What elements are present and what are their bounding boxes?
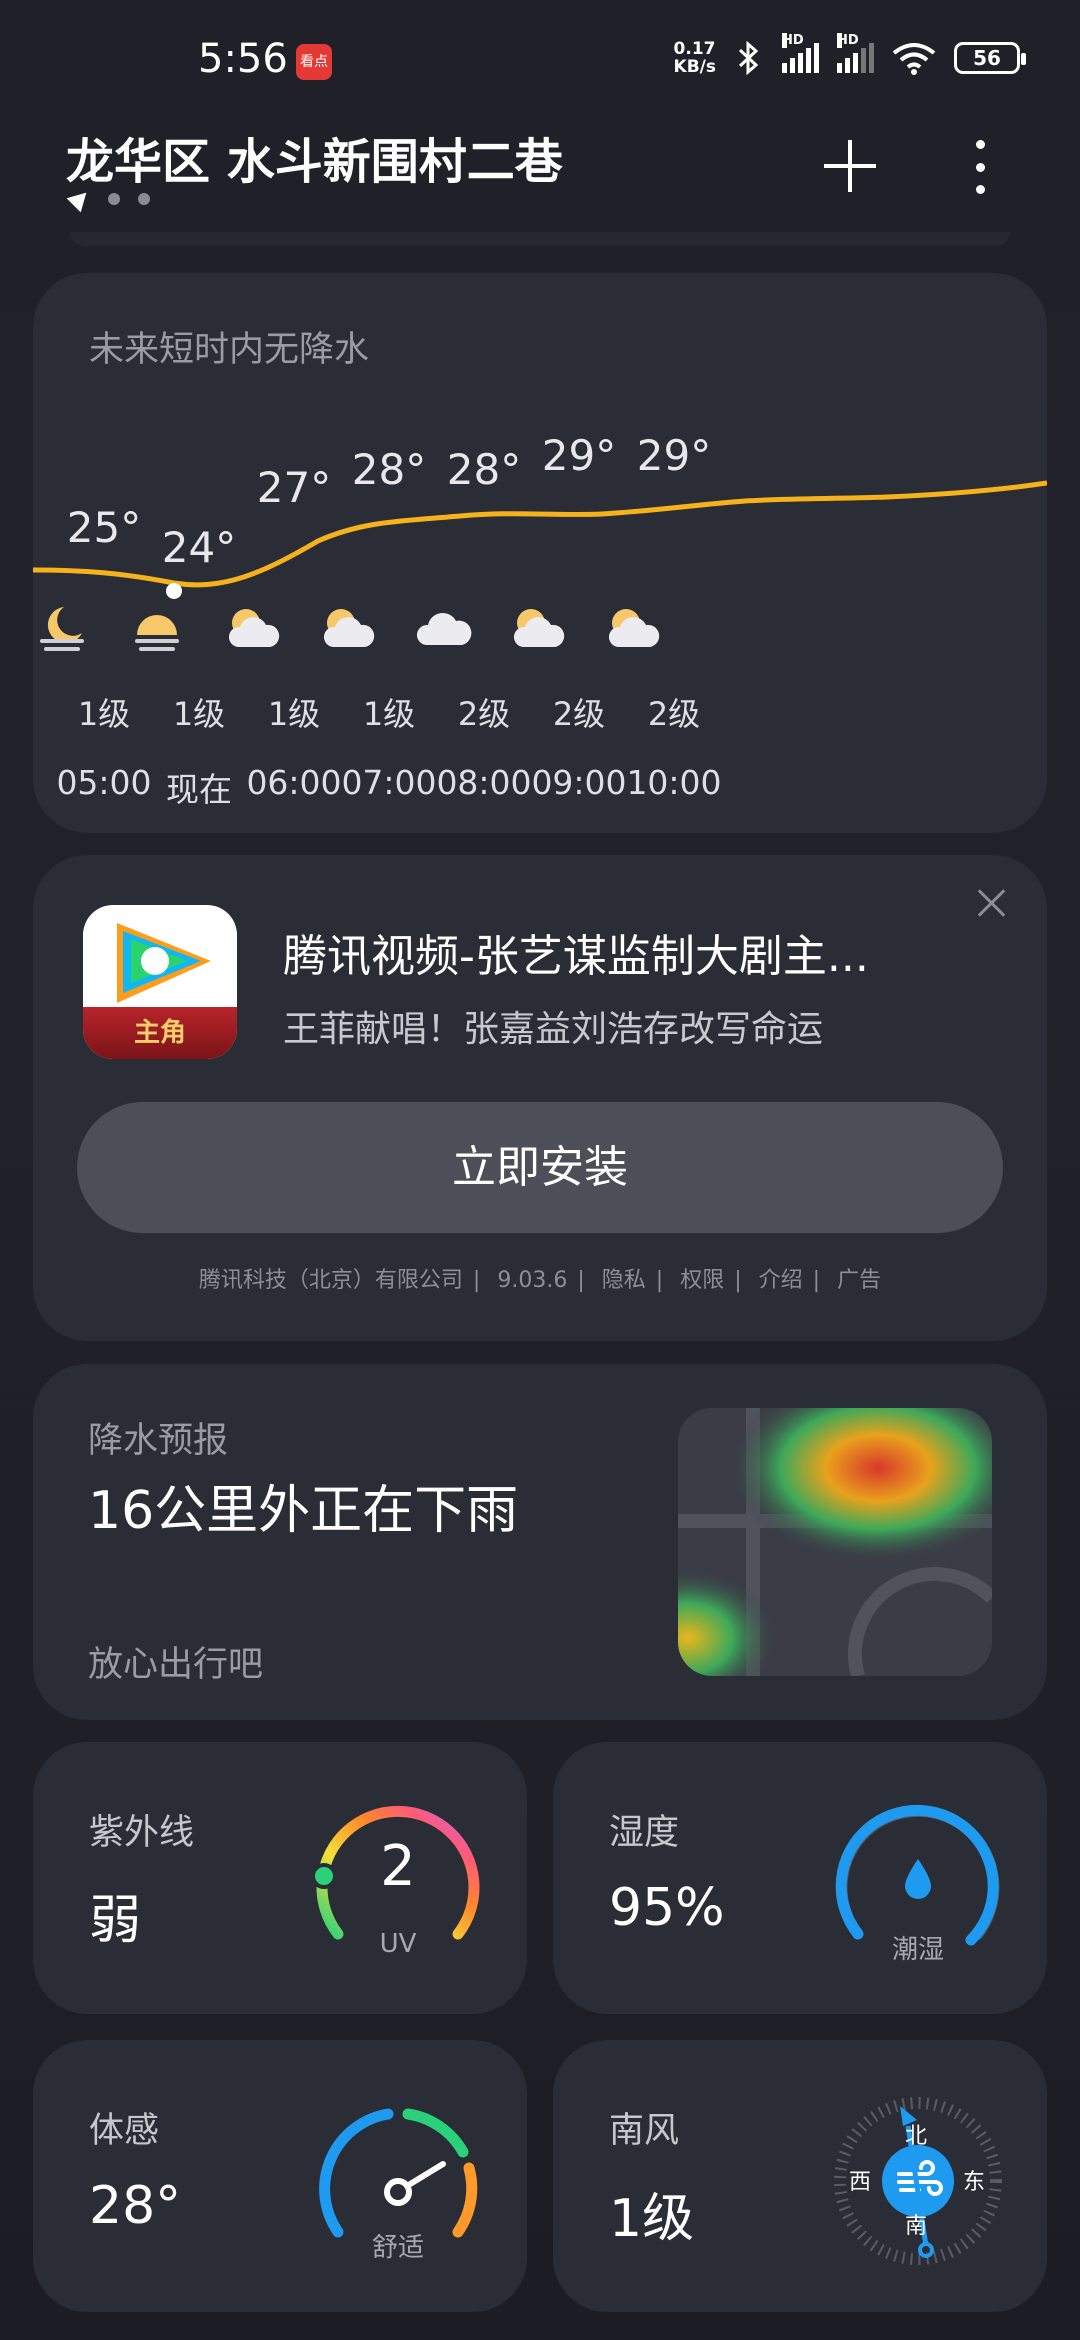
status-bar: 5:56 看点 0.17 KB/s HD HD 56 <box>0 0 1080 120</box>
ad-label: 广告 <box>837 1268 882 1293</box>
partly-cloudy-icon <box>604 603 744 667</box>
battery-indicator: 56 <box>954 42 1026 74</box>
uv-indicator <box>311 1863 337 1889</box>
close-ad-button[interactable] <box>974 885 1010 921</box>
feels-like-value: 28° <box>89 2176 182 2236</box>
hour-item: 2级 10:00 <box>604 603 744 802</box>
water-drop-icon <box>905 1859 931 1899</box>
network-speed: 0.17 KB/s <box>674 40 716 76</box>
wind-direction-label: 南风 <box>609 2111 680 2151</box>
hour-temp: 29° <box>636 431 712 480</box>
signal-2-icon: HD <box>837 33 874 73</box>
humidity-desc: 潮湿 <box>891 1935 944 1965</box>
ad-subtitle: 王菲献唱！张嘉益刘浩存改写命运 <box>283 1009 824 1050</box>
precip-advice: 放心出行吧 <box>88 1645 264 1685</box>
uv-index: 2 <box>380 1834 416 1899</box>
location-title[interactable]: 龙华区 水斗新围村二巷 <box>66 122 563 192</box>
humidity-card[interactable]: 湿度 95% 潮湿 <box>553 1742 1047 2014</box>
humidity-label: 湿度 <box>609 1813 680 1853</box>
hd-label-2: HD <box>837 33 859 48</box>
comfort-needle <box>404 2161 446 2189</box>
hour-time: 10:00 <box>626 763 722 802</box>
uv-level: 弱 <box>89 1891 142 1951</box>
ad-meta-row: 腾讯科技（北京）有限公司 | 9.03.6 | 隐私 | 权限 | 介绍 | 广告 <box>198 1268 882 1293</box>
wifi-icon <box>892 43 936 75</box>
compass-north: 北 <box>905 2124 928 2149</box>
comfort-desc: 舒适 <box>371 2233 424 2263</box>
ad-title[interactable]: 腾讯视频-张艺谋监制大剧主... <box>283 920 963 984</box>
precip-title: 降水预报 <box>88 1421 229 1461</box>
feels-like-card[interactable]: 体感 28° 舒适 <box>33 2040 527 2312</box>
humidity-value: 95% <box>609 1878 725 1938</box>
page-dot <box>108 193 120 205</box>
status-icons: 0.17 KB/s HD HD 56 <box>674 33 1026 76</box>
page-dot <box>138 193 150 205</box>
ad-permissions-link[interactable]: 权限 <box>680 1268 724 1293</box>
ad-privacy-link[interactable]: 隐私 <box>602 1268 646 1293</box>
ad-intro-link[interactable]: 介绍 <box>759 1268 803 1293</box>
ad-version: 9.03.6 <box>497 1268 568 1293</box>
more-options-button[interactable] <box>970 140 990 194</box>
precip-summary: 16公里外正在下雨 <box>88 1481 519 1541</box>
uv-card[interactable]: 紫外线 弱 2 UV <box>33 1742 527 2014</box>
app-icon-banner: 主角 <box>83 1007 237 1059</box>
signal-1-icon: HD <box>782 33 819 73</box>
compass-west: 西 <box>849 2170 872 2195</box>
wind-level: 2级 <box>647 695 701 733</box>
hd-label: HD <box>782 33 804 48</box>
install-button[interactable]: 立即安装 <box>77 1102 1003 1233</box>
add-city-button[interactable] <box>820 136 880 196</box>
uv-label: 紫外线 <box>89 1813 195 1853</box>
compass-east: 东 <box>963 2170 986 2195</box>
rain-radar-map[interactable] <box>678 1408 992 1676</box>
page-indicator <box>66 185 150 213</box>
hour-temp: 24° <box>161 523 237 572</box>
hourly-forecast-card[interactable]: 未来短时内无降水 25° 24° 27° 28° 28° 29° 29° 1级 … <box>33 273 1047 833</box>
ad-developer: 腾讯科技（北京）有限公司 <box>198 1268 463 1293</box>
wind-card[interactable]: 南风 1级 北 南 东 西 <box>553 2040 1047 2312</box>
network-speed-unit: KB/s <box>673 57 716 77</box>
uv-unit: UV <box>379 1929 417 1959</box>
current-hour-marker <box>166 583 182 599</box>
network-speed-value: 0.17 <box>673 39 716 59</box>
header-card-edge <box>70 232 1010 246</box>
compass-south: 南 <box>905 2214 928 2239</box>
wind-level-value: 1级 <box>609 2189 695 2249</box>
bluetooth-icon <box>738 41 759 75</box>
current-location-icon <box>66 185 94 213</box>
news-app-notification-icon: 看点 <box>296 44 332 80</box>
feels-like-label: 体感 <box>89 2111 160 2151</box>
clock: 5:56 <box>198 36 288 82</box>
tencent-video-app-icon[interactable]: 主角 <box>83 905 237 1059</box>
